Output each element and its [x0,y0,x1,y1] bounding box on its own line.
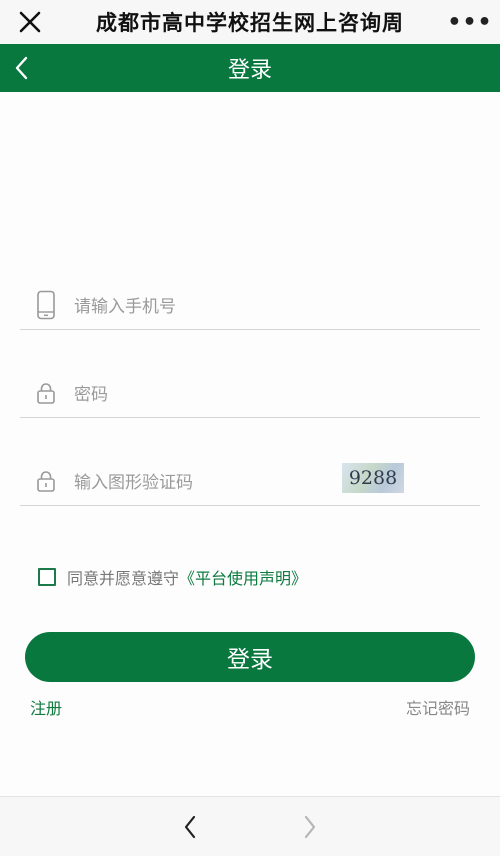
phone-placeholder: 请输入手机号 [74,297,176,317]
more-icon: ••• [447,9,493,35]
lock-icon [26,456,66,506]
agreement-row: 同意并愿意遵守 《平台使用声明》 [38,566,307,588]
agreement-checkbox[interactable] [38,568,56,586]
close-button[interactable] [0,0,60,44]
agreement-link[interactable]: 《平台使用声明》 [179,565,307,589]
phone-icon [26,280,66,330]
lock-icon [26,368,66,418]
password-placeholder: 密码 [74,385,108,405]
captcha-field[interactable]: 输入图形验证码 [20,456,480,506]
more-button[interactable]: ••• [440,0,500,44]
header-title: 登录 [227,58,272,83]
chevron-right-icon [304,815,316,839]
header-bar: 登录 [0,44,500,92]
bottom-nav-bar [0,796,500,856]
chevron-left-icon [15,56,28,80]
register-link[interactable]: 注册 [30,695,62,719]
captcha-image[interactable]: 9288 [342,463,404,493]
phone-field[interactable]: 请输入手机号 [20,280,480,330]
chevron-left-icon [184,815,196,839]
wechat-top-bar: 成都市高中学校招生网上咨询周 ••• [0,0,500,44]
close-icon [19,11,41,33]
nav-back-button[interactable] [178,813,202,841]
agreement-text: 同意并愿意遵守 [67,569,180,588]
page-title: 成都市高中学校招生网上咨询周 [96,11,404,35]
login-button[interactable]: 登录 [25,632,475,682]
forgot-password-link[interactable]: 忘记密码 [406,695,470,719]
captcha-placeholder: 输入图形验证码 [74,473,193,493]
back-button[interactable] [8,54,34,82]
password-field[interactable]: 密码 [20,368,480,418]
nav-forward-button[interactable] [298,813,322,841]
